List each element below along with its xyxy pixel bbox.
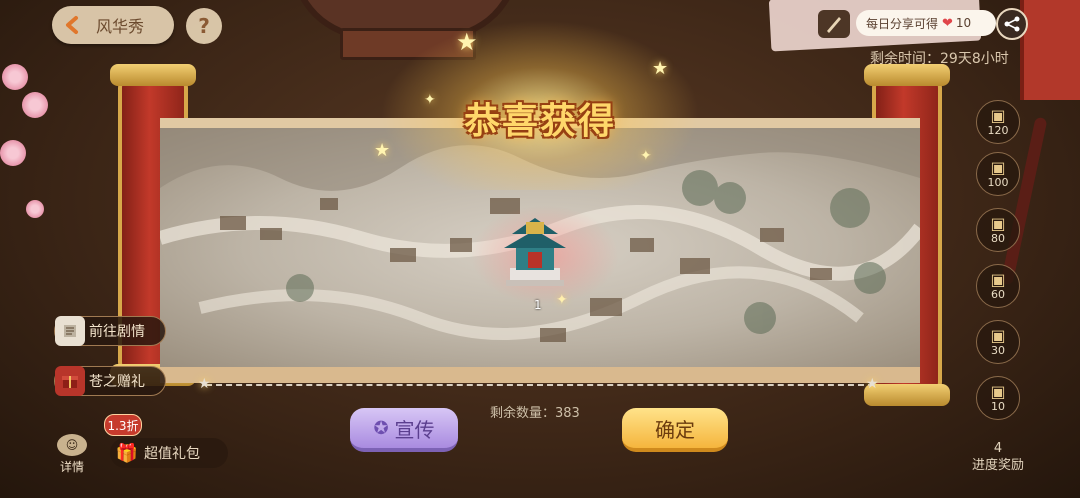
back-button[interactable]: 风华秀 [52, 6, 174, 44]
progress-reward-label[interactable]: 4 进度奖励 [968, 440, 1028, 474]
treasure-chest-icon: ▣ [990, 269, 1006, 289]
treasure-chest-icon: ▣ [990, 381, 1006, 401]
milestone-value: 60 [991, 287, 1005, 301]
star-icon: ★ [652, 58, 669, 79]
blossom-decoration [26, 200, 44, 218]
scroll-icon [55, 316, 85, 346]
progress-chest-120[interactable]: ▣ 120 [976, 100, 1020, 144]
milestone-value: 100 [987, 175, 1009, 189]
milestone-value: 10 [991, 399, 1005, 413]
milestone-value: 120 [987, 123, 1009, 137]
progress-chest-30[interactable]: ▣ 30 [976, 320, 1020, 364]
gift-bag-icon: 🎁 [115, 442, 139, 464]
discount-badge: 1.3折 [104, 414, 142, 436]
share-icon [1004, 16, 1020, 32]
character-avatar-icon: ☺ [57, 434, 87, 456]
star-icon: ★ [866, 376, 879, 392]
daily-share-reward[interactable]: 每日分享可得 ❤ 10 [856, 10, 996, 36]
treasure-chest-icon: ▣ [990, 105, 1006, 125]
blossom-decoration [2, 64, 28, 90]
treasure-chest-icon: ▣ [990, 213, 1006, 233]
azure-gift-label: 苍之赠礼 [89, 374, 145, 390]
detail-label: 详情 [59, 460, 84, 474]
star-icon: ★ [374, 140, 391, 161]
share-reward-amount: 10 [955, 16, 972, 30]
star-icon: ✦ [424, 92, 436, 108]
star-icon: ✦ [640, 148, 652, 164]
azure-gift-button[interactable]: 苍之赠礼 [54, 366, 166, 396]
pavilion-reward-icon[interactable] [500, 212, 570, 292]
value-pack-label: 超值礼包 [144, 446, 200, 462]
go-to-story-button[interactable]: 前往剧情 [54, 316, 166, 346]
popup-title: 恭喜获得 [463, 101, 616, 142]
chevron-left-icon [58, 10, 88, 40]
progress-chest-100[interactable]: ▣ 100 [976, 152, 1020, 196]
dashed-divider [206, 384, 874, 386]
gift-box-icon [55, 366, 85, 396]
share-text: 每日分享可得 [866, 16, 939, 31]
detail-button[interactable]: ☺ 详情 [52, 434, 92, 475]
treasure-chest-icon: ▣ [990, 157, 1006, 177]
milestone-value: 80 [991, 231, 1005, 245]
star-icon: ★ [456, 28, 478, 56]
remaining-quantity: 剩余数量：383 [490, 406, 580, 421]
value-pack-button[interactable]: 🎁 超值礼包 [110, 438, 228, 468]
progress-chest-10[interactable]: ▣ 10 [976, 376, 1020, 420]
remaining-time: 剩余时间：29天8小时 [870, 51, 1009, 67]
blossom-decoration [22, 92, 48, 118]
milestone-value: 30 [991, 343, 1005, 357]
confirm-button[interactable]: 确定 [622, 408, 728, 452]
progress-chest-80[interactable]: ▣ 80 [976, 208, 1020, 252]
heart-icon: ❤ [942, 15, 953, 31]
treasure-chest-icon: ▣ [990, 325, 1006, 345]
confirm-label: 确定 [655, 417, 695, 442]
progress-label-text: 进度奖励 [971, 458, 1024, 473]
progress-chest-60[interactable]: ▣ 60 [976, 264, 1020, 308]
share-button[interactable] [996, 8, 1028, 40]
page-title: 风华秀 [96, 17, 145, 36]
quill-icon[interactable] [818, 10, 850, 38]
brush-decoration [1000, 116, 1048, 286]
blossom-decoration [0, 140, 26, 166]
go-to-story-label: 前往剧情 [89, 324, 145, 340]
progress-current: 4 [993, 441, 1003, 456]
star-icon: ★ [198, 376, 211, 392]
help-button[interactable]: ? [186, 8, 222, 44]
promote-label: 宣传 [394, 417, 435, 442]
star-icon: ✪ [373, 417, 389, 439]
item-count: 1 [534, 298, 542, 312]
promote-button[interactable]: ✪ 宣传 [350, 408, 458, 452]
red-box-decoration [1020, 0, 1080, 100]
